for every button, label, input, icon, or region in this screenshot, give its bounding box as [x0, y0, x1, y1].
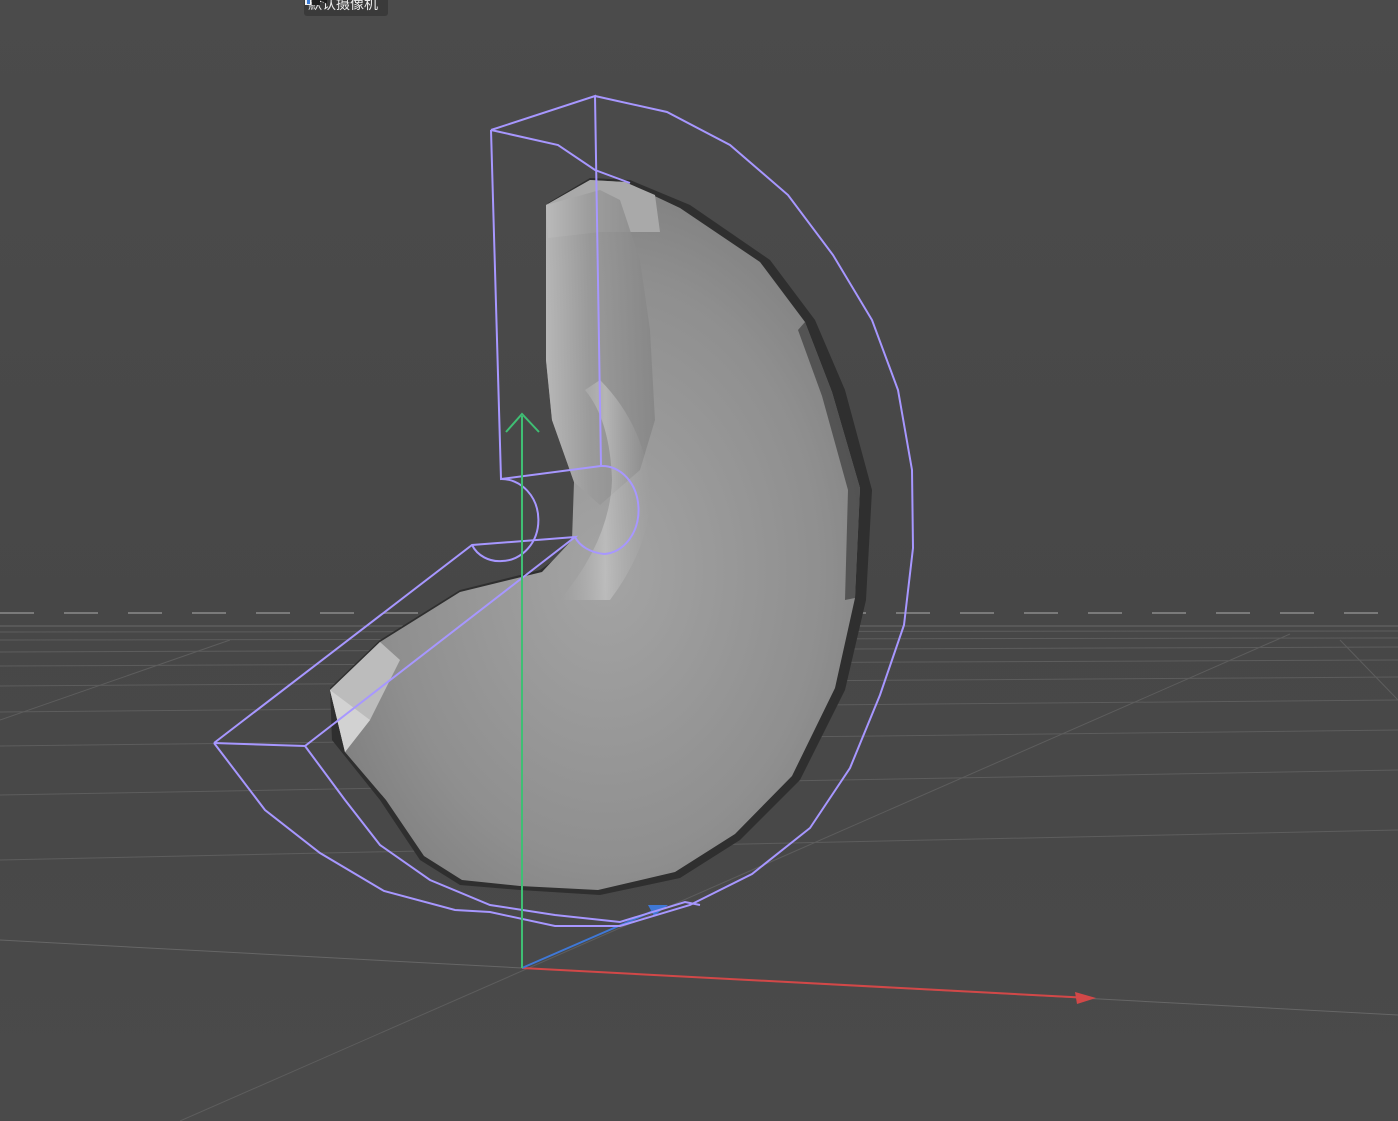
viewport-canvas[interactable]	[0, 0, 1398, 1121]
x-axis-arrow	[521, 967, 1096, 1004]
camera-label[interactable]: 默认摄像机	[304, 0, 388, 16]
bent-tube-object	[330, 178, 872, 895]
3d-viewport[interactable]: 默认摄像机	[0, 0, 1398, 1121]
